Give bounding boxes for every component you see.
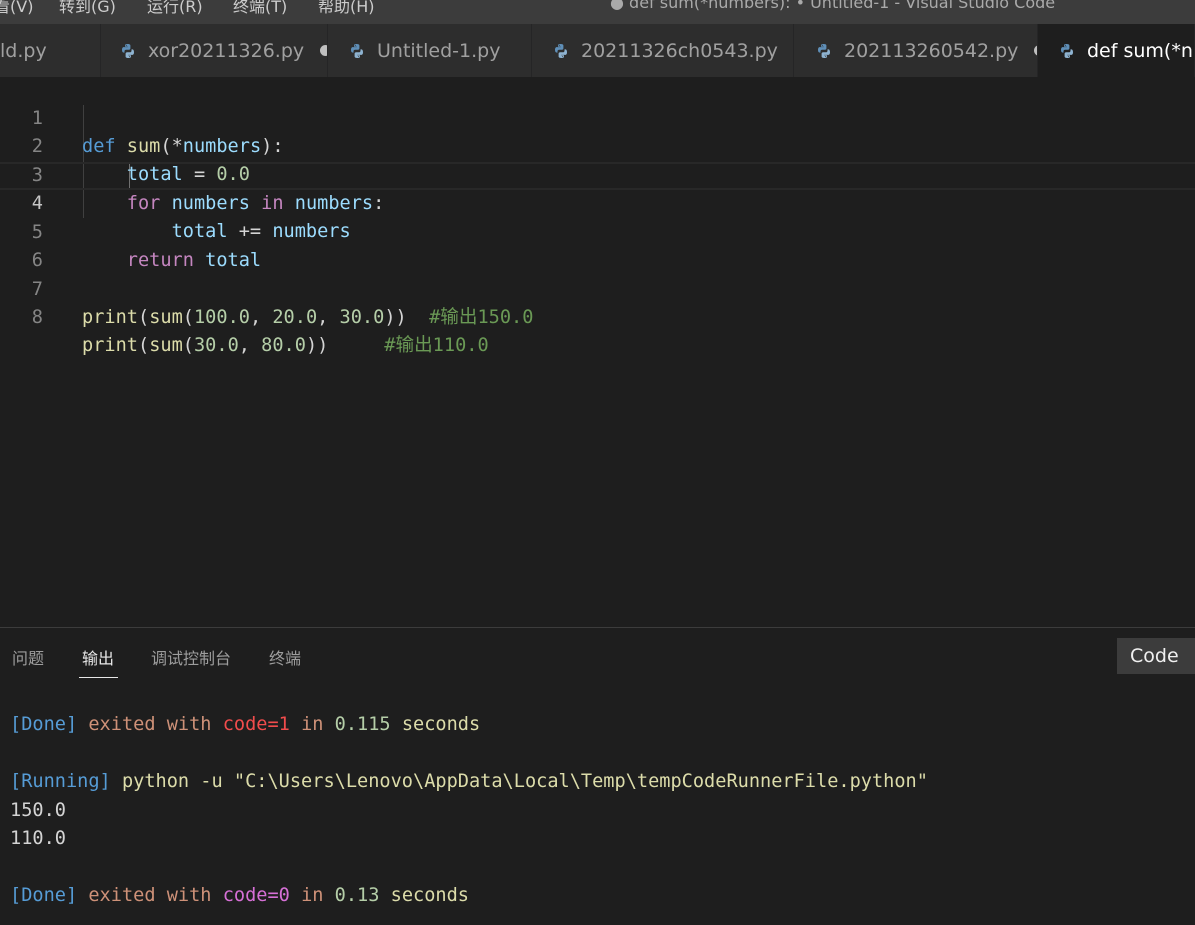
tab-debug-console[interactable]: 调试控制台 bbox=[151, 645, 231, 669]
tab-def-sum[interactable]: def sum(*nun bbox=[1038, 24, 1195, 77]
output-line-done-2: [Done] exited with code=0 in 0.13 second… bbox=[10, 885, 469, 906]
tab-label: 202113260542.py bbox=[844, 39, 1019, 62]
active-tab-indicator bbox=[79, 677, 118, 678]
python-icon bbox=[1061, 43, 1073, 58]
tab-xor20211326-py[interactable]: xor20211326.py bbox=[101, 24, 328, 77]
tab-ld-py[interactable]: ld.py bbox=[0, 24, 101, 77]
tab-20211326ch0543-py[interactable]: 20211326ch0543.py bbox=[532, 24, 794, 77]
menu-help[interactable]: 帮助(H) bbox=[318, 0, 375, 17]
output-line-result-2: 110.0 bbox=[10, 828, 66, 849]
code-line-4[interactable]: 4 total += numbers bbox=[0, 162, 1195, 242]
line-number: 8 bbox=[31, 307, 43, 328]
python-icon bbox=[818, 43, 830, 58]
code-line-5[interactable]: 5 return total bbox=[0, 191, 1195, 271]
output-line-result-1: 150.0 bbox=[10, 800, 66, 821]
title-bar: 看(V) 转到(G) 运行(R) 终端(T) 帮助(H) ● def sum(*… bbox=[0, 0, 1195, 24]
code-line-1[interactable]: 1 def sum(*numbers): bbox=[0, 77, 1195, 157]
code-line-2[interactable]: 2 total = 0.0 bbox=[0, 105, 1195, 185]
code-line-8[interactable]: 8 print(sum(30.0, 80.0)) #输出110.0 bbox=[0, 276, 1195, 356]
tab-problems[interactable]: 问题 bbox=[12, 645, 44, 669]
tab-output[interactable]: 输出 bbox=[82, 645, 114, 669]
menu-goto[interactable]: 转到(G) bbox=[59, 0, 116, 17]
code-line-6[interactable]: 6 bbox=[0, 219, 1195, 271]
tab-label: xor20211326.py bbox=[148, 39, 305, 62]
editor-tab-bar: ld.py xor20211326.py Untitled-1.py 20211… bbox=[0, 24, 1195, 77]
python-icon bbox=[351, 43, 363, 58]
tab-202113260542-py[interactable]: 202113260542.py bbox=[794, 24, 1038, 77]
output-channel-select[interactable]: Code bbox=[1117, 638, 1195, 674]
menu-terminal[interactable]: 终端(T) bbox=[233, 0, 287, 17]
tab-terminal[interactable]: 终端 bbox=[269, 645, 301, 669]
tab-label: Untitled-1.py bbox=[377, 39, 501, 62]
output-panel: 问题 输出 调试控制台 终端 Code [Done] exited with c… bbox=[0, 627, 1195, 925]
code-line-3[interactable]: 3 for numbers in numbers: bbox=[0, 134, 1195, 214]
tab-label: def sum(*nun bbox=[1087, 39, 1194, 62]
tab-label: 20211326ch0543.py bbox=[581, 39, 778, 62]
code-line-7[interactable]: 7 print(sum(100.0, 20.0, 30.0)) #输出150.0 bbox=[0, 248, 1195, 328]
output-line-done-1: [Done] exited with code=1 in 0.115 secon… bbox=[10, 714, 481, 735]
code-editor[interactable]: 1 def sum(*numbers): 2 total = 0.0 3 for… bbox=[0, 77, 1195, 627]
tab-label: ld.py bbox=[0, 39, 47, 62]
menu-run[interactable]: 运行(R) bbox=[147, 0, 203, 17]
python-icon bbox=[555, 43, 567, 58]
unsaved-dot-icon[interactable] bbox=[320, 45, 327, 56]
tab-untitled-1-py[interactable]: Untitled-1.py bbox=[328, 24, 532, 77]
python-icon bbox=[122, 43, 134, 58]
window-title: ● def sum(*numbers): • Untitled-1 - Visu… bbox=[610, 0, 1056, 12]
menu-view[interactable]: 看(V) bbox=[0, 0, 33, 17]
output-line-running: [Running] python -u "C:\Users\Lenovo\App… bbox=[10, 771, 928, 792]
